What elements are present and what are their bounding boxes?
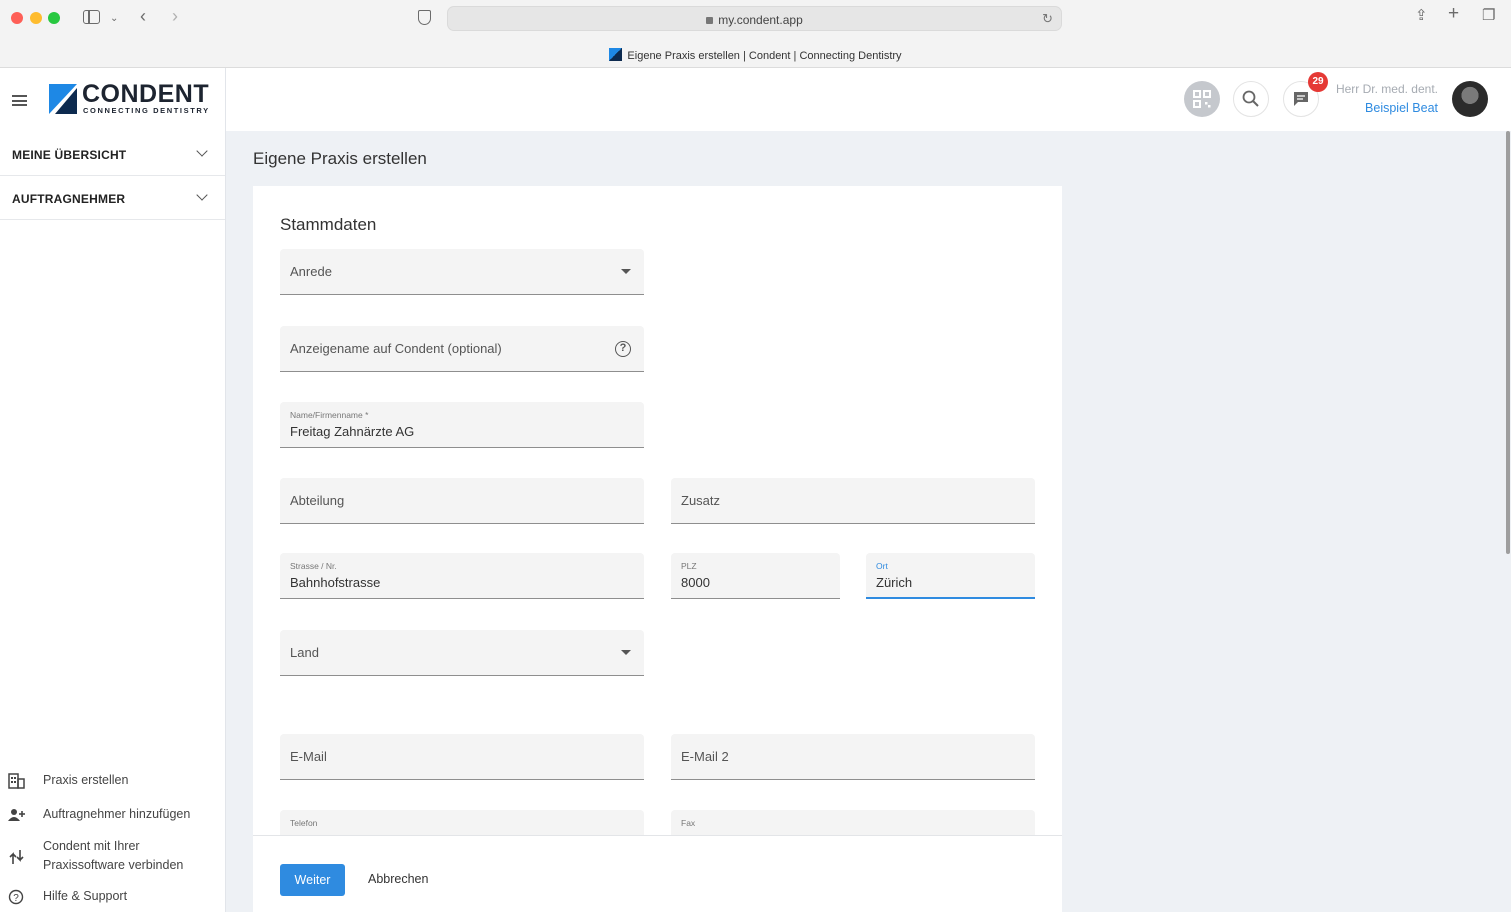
email-placeholder: E-Mail <box>290 749 327 764</box>
email-input[interactable]: E-Mail <box>280 734 644 780</box>
zusatz-placeholder: Zusatz <box>681 493 721 508</box>
sidebar-item-meine-uebersicht[interactable]: MEINE ÜBERSICHT <box>0 132 225 176</box>
search-icon <box>1242 90 1259 107</box>
reload-icon[interactable]: ↻ <box>1042 11 1053 27</box>
back-icon[interactable]: ‹ <box>140 7 146 25</box>
sidebar-link-auftragnehmer-hinzufuegen[interactable]: Auftragnehmer hinzufügen <box>0 805 225 825</box>
sidebar-link-label: Hilfe & Support <box>43 889 128 903</box>
zusatz-input[interactable]: Zusatz <box>671 478 1035 524</box>
maximize-window-button[interactable] <box>48 12 60 24</box>
ort-label: Ort <box>876 561 888 571</box>
strasse-input[interactable]: Strasse / Nr. Bahnhofstrasse <box>280 553 644 599</box>
share-icon[interactable]: ⇪ <box>1415 8 1428 24</box>
sidebar-item-label: AUFTRAGNEHMER <box>12 192 126 206</box>
sidebar-link-praxis-erstellen[interactable]: Praxis erstellen <box>0 771 225 791</box>
help-icon: ? <box>8 889 24 905</box>
close-window-button[interactable] <box>11 12 23 24</box>
minimize-window-button[interactable] <box>30 12 42 24</box>
sidebar-link-hilfe-support[interactable]: ? Hilfe & Support <box>0 887 225 907</box>
chevron-down-icon <box>196 145 208 157</box>
condent-favicon-icon <box>609 48 623 61</box>
name-label: Name/Firmenname * <box>290 410 369 420</box>
name-value: Freitag Zahnärzte AG <box>290 424 415 439</box>
sidebar-item-label: MEINE ÜBERSICHT <box>12 148 127 162</box>
abbrechen-button[interactable]: Abbrechen <box>368 872 428 886</box>
add-user-icon <box>8 809 25 821</box>
anrede-placeholder: Anrede <box>290 264 332 279</box>
sidebar: MEINE ÜBERSICHT AUFTRAGNEHMER Praxis ers… <box>0 131 225 912</box>
browser-tab[interactable]: Eigene Praxis erstellen | Condent | Conn… <box>0 48 1511 62</box>
sidebar-divider <box>225 68 226 912</box>
fax-label: Fax <box>681 818 696 828</box>
sidebar-item-auftragnehmer[interactable]: AUFTRAGNEHMER <box>0 176 225 220</box>
plz-label: PLZ <box>681 561 697 571</box>
tab-title: Eigene Praxis erstellen | Condent | Conn… <box>627 50 902 62</box>
sidebar-link-label: Condent mit Ihrer Praxissoftware verbind… <box>43 839 184 872</box>
email2-input[interactable]: E-Mail 2 <box>671 734 1035 780</box>
logo-subtitle: CONNECTING DENTISTRY <box>83 106 210 115</box>
plz-value: 8000 <box>681 575 710 590</box>
dropdown-arrow-icon <box>621 650 631 655</box>
lock-icon <box>706 17 714 24</box>
land-select[interactable]: Land <box>280 630 644 676</box>
user-name-link[interactable]: Beispiel Beat <box>1300 101 1438 115</box>
section-title: Stammdaten <box>280 215 377 234</box>
url-bar[interactable]: my.condent.app ↻ <box>447 6 1062 31</box>
dropdown-arrow-icon <box>621 269 631 274</box>
anrede-select[interactable]: Anrede <box>280 249 644 295</box>
weiter-button[interactable]: Weiter <box>280 864 345 896</box>
telefon-label: Telefon <box>290 818 318 828</box>
condent-logo-icon <box>49 84 77 114</box>
svg-text:?: ? <box>13 893 19 904</box>
strasse-value: Bahnhofstrasse <box>290 575 381 590</box>
name-firmenname-input[interactable]: Name/Firmenname * Freitag Zahnärzte AG <box>280 402 644 448</box>
qr-code-button[interactable] <box>1184 81 1220 117</box>
page-title: Eigene Praxis erstellen <box>253 149 427 168</box>
sidebar-link-praxissoftware-verbinden[interactable]: Condent mit Ihrer Praxissoftware verbind… <box>0 837 225 877</box>
ort-value: Zürich <box>876 575 913 590</box>
form-footer: Weiter Abbrechen <box>253 835 1062 912</box>
chevron-down-icon <box>196 189 208 201</box>
abteilung-placeholder: Abteilung <box>290 493 345 508</box>
sidebar-link-label: Praxis erstellen <box>43 773 129 787</box>
search-button[interactable] <box>1233 81 1269 117</box>
plz-input[interactable]: PLZ 8000 <box>671 553 840 599</box>
tab-overview-icon[interactable]: ❐ <box>1482 8 1495 24</box>
ort-input[interactable]: Ort Zürich <box>866 553 1035 599</box>
abteilung-input[interactable]: Abteilung <box>280 478 644 524</box>
page-scrollbar[interactable] <box>1506 131 1510 554</box>
strasse-label: Strasse / Nr. <box>290 561 337 571</box>
shield-icon[interactable] <box>418 10 431 25</box>
land-placeholder: Land <box>290 645 319 660</box>
logo-text: CONDENT <box>82 80 210 108</box>
anzeigename-input[interactable]: Anzeigename auf Condent (optional) ? <box>280 326 644 372</box>
avatar[interactable] <box>1452 81 1488 117</box>
new-tab-icon[interactable]: + <box>1448 4 1459 23</box>
qr-code-icon <box>1193 90 1211 108</box>
url-text: my.condent.app <box>718 13 803 27</box>
building-icon <box>8 773 25 789</box>
form-card: Stammdaten Anrede Anzeigename auf Conden… <box>253 186 1062 912</box>
menu-icon[interactable] <box>12 95 27 106</box>
user-title: Herr Dr. med. dent. <box>1335 82 1438 96</box>
sidebar-toggle-icon[interactable] <box>83 10 100 24</box>
forward-icon[interactable]: › <box>172 7 178 25</box>
email2-placeholder: E-Mail 2 <box>681 749 729 764</box>
sidebar-link-label: Auftragnehmer hinzufügen <box>43 807 191 821</box>
chevron-down-icon[interactable]: ⌄ <box>110 11 118 27</box>
connect-icon <box>9 850 24 864</box>
anzeigename-placeholder: Anzeigename auf Condent (optional) <box>290 341 502 356</box>
help-icon[interactable]: ? <box>615 341 631 357</box>
browser-chrome: ⌄ ‹ › my.condent.app ↻ ⇪ + ❐ Eigene Prax… <box>0 0 1511 68</box>
